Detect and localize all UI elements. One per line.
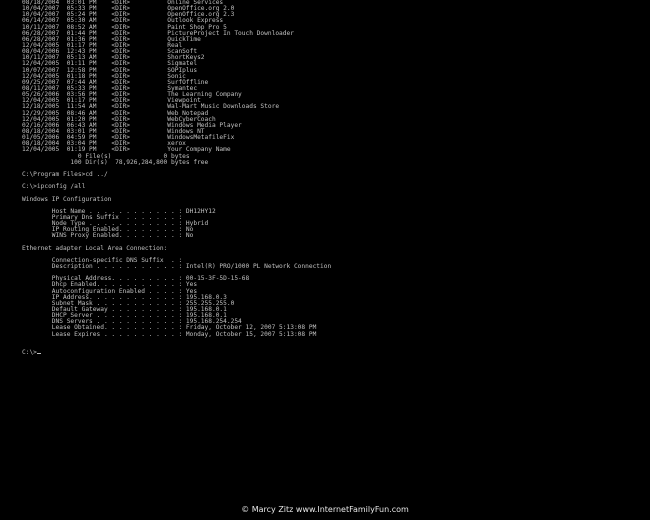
console-prompt: C:\> [22,349,37,357]
console-prompt-line: C:\> [22,349,642,357]
copyright-watermark: © Marcy Zitz www.InternetFamilyFun.com [241,505,409,514]
text-cursor [36,353,41,355]
command-prompt-output[interactable]: 08/18/2004 03:01 PM <DIR> Online Service… [22,0,642,360]
